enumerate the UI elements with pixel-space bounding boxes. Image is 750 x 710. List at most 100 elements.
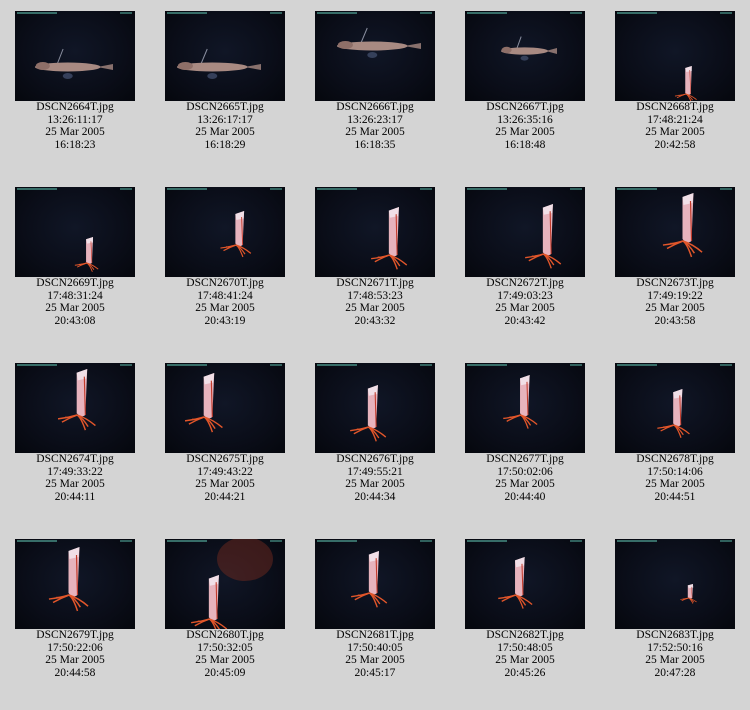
thumbnail-caption: DSCN2669T.jpg 17:48:31:24 25 Mar 2005 20:43… (5, 277, 145, 327)
timecode: 13:26:17:17 (197, 113, 253, 126)
squid-image (48, 547, 89, 612)
thumbnail-item[interactable]: DSCN2667T.jpg 13:26:35:16 25 Mar 2005 16:18… (465, 11, 585, 171)
thumbnail-image[interactable] (465, 11, 585, 101)
capture-date: 25 Mar 2005 (345, 126, 405, 138)
thumbnail-caption: DSCN2677T.jpg 17:50:02:06 25 Mar 2005 20:44… (455, 453, 595, 503)
thumbnail-caption: DSCN2674T.jpg 17:49:33:22 25 Mar 2005 20:44… (5, 453, 145, 503)
thumbnail-image[interactable] (315, 363, 435, 453)
thumbnail-item[interactable]: DSCN2668T.jpg 17:48:21:24 25 Mar 2005 20:42… (615, 11, 735, 171)
thumbnail-item[interactable]: DSCN2672T.jpg 17:49:03:23 25 Mar 2005 20:43… (465, 187, 585, 347)
thumbnail-image[interactable] (15, 363, 135, 453)
file-name: DSCN2666T.jpg (336, 101, 414, 113)
timecode: 17:49:03:23 (497, 289, 553, 302)
thumbnail-item[interactable]: DSCN2669T.jpg 17:48:31:24 25 Mar 2005 20:43… (15, 187, 135, 347)
thumbnail-item[interactable]: DSCN2666T.jpg 13:26:23:17 25 Mar 2005 16:18… (315, 11, 435, 171)
file-name: DSCN2677T.jpg (486, 453, 564, 465)
file-name: DSCN2678T.jpg (636, 453, 714, 465)
capture-time: 16:18:35 (354, 138, 396, 151)
thumbnail-image[interactable] (465, 539, 585, 629)
capture-date: 25 Mar 2005 (345, 654, 405, 666)
capture-date: 25 Mar 2005 (45, 126, 105, 138)
thumbnail-image[interactable] (465, 187, 585, 277)
timecode: 17:50:02:06 (497, 465, 553, 478)
thumbnail-image[interactable] (165, 187, 285, 277)
squid-image (220, 211, 252, 258)
file-name: DSCN2679T.jpg (36, 629, 114, 641)
timecode: 17:50:32:05 (197, 641, 253, 654)
thumbnail-item[interactable]: DSCN2676T.jpg 17:49:55:21 25 Mar 2005 20:44… (315, 363, 435, 523)
squid-image (350, 385, 387, 442)
thumbnail-image[interactable] (15, 187, 135, 277)
thumbnail-item[interactable]: DSCN2678T.jpg 17:50:14:06 25 Mar 2005 20:44… (615, 363, 735, 523)
timecode: 13:26:35:16 (497, 113, 553, 126)
thumbnail-image[interactable] (615, 11, 735, 101)
thumbnail-image[interactable] (165, 11, 285, 101)
timecode: 17:52:50:16 (647, 641, 703, 654)
capture-time: 20:43:42 (504, 314, 546, 327)
thumbnail-caption: DSCN2672T.jpg 17:49:03:23 25 Mar 2005 20:43… (455, 277, 595, 327)
timecode: 17:48:21:24 (647, 113, 703, 126)
thumbnail-image[interactable] (315, 539, 435, 629)
thumbnail-item[interactable]: DSCN2681T.jpg 17:50:40:05 25 Mar 2005 20:45… (315, 539, 435, 699)
capture-date: 25 Mar 2005 (345, 478, 405, 490)
squid-image (680, 584, 697, 604)
squid-image (525, 204, 562, 269)
fish-image (35, 48, 113, 79)
thumbnail-caption: DSCN2665T.jpg 13:26:17:17 25 Mar 2005 16:18… (155, 101, 295, 151)
thumbnail-item[interactable]: DSCN2665T.jpg 13:26:17:17 25 Mar 2005 16:18… (165, 11, 285, 171)
fish-image (177, 48, 261, 79)
thumbnail-caption: DSCN2673T.jpg 17:49:19:22 25 Mar 2005 20:43… (605, 277, 745, 327)
capture-date: 25 Mar 2005 (645, 478, 705, 490)
fish-image (337, 27, 421, 58)
squid-image (657, 389, 690, 438)
thumbnail-image[interactable] (615, 187, 735, 277)
thumbnail-item[interactable]: DSCN2664T.jpg 13:26:11:17 25 Mar 2005 16:18… (15, 11, 135, 171)
capture-time: 20:43:32 (354, 314, 396, 327)
squid-image (503, 375, 538, 429)
thumbnail-image[interactable] (615, 539, 735, 629)
capture-time: 16:18:23 (54, 138, 96, 151)
thumbnail-item[interactable]: DSCN2671T.jpg 17:48:53:23 25 Mar 2005 20:43… (315, 187, 435, 347)
thumbnail-image[interactable] (165, 363, 285, 453)
thumbnail-caption: DSCN2664T.jpg 13:26:11:17 25 Mar 2005 16:18… (5, 101, 145, 151)
thumbnail-item[interactable]: DSCN2675T.jpg 17:49:43:22 25 Mar 2005 20:44… (165, 363, 285, 523)
thumbnail-image[interactable] (465, 363, 585, 453)
file-name: DSCN2675T.jpg (186, 453, 264, 465)
thumbnail-item[interactable]: DSCN2680T.jpg 17:50:32:05 25 Mar 2005 20:45… (165, 539, 285, 699)
thumbnail-image[interactable] (315, 187, 435, 277)
squid-image (674, 66, 697, 101)
capture-time: 20:44:58 (54, 666, 96, 679)
capture-date: 25 Mar 2005 (195, 654, 255, 666)
squid-image (662, 193, 703, 258)
thumbnail-image[interactable] (15, 539, 135, 629)
thumbnail-caption: DSCN2666T.jpg 13:26:23:17 25 Mar 2005 16:18… (305, 101, 445, 151)
thumbnail-item[interactable]: DSCN2679T.jpg 17:50:22:06 25 Mar 2005 20:44… (15, 539, 135, 699)
thumbnail-item[interactable]: DSCN2677T.jpg 17:50:02:06 25 Mar 2005 20:44… (465, 363, 585, 523)
capture-date: 25 Mar 2005 (195, 302, 255, 314)
timecode: 17:49:33:22 (47, 465, 103, 478)
thumbnail-item[interactable]: DSCN2670T.jpg 17:48:41:24 25 Mar 2005 20:43… (165, 187, 285, 347)
timecode: 17:50:22:06 (47, 641, 103, 654)
thumbnail-image[interactable] (15, 11, 135, 101)
timecode: 17:50:14:06 (647, 465, 703, 478)
thumbnail-item[interactable]: DSCN2683T.jpg 17:52:50:16 25 Mar 2005 20:47… (615, 539, 735, 699)
thumbnail-item[interactable]: DSCN2682T.jpg 17:50:48:05 25 Mar 2005 20:45… (465, 539, 585, 699)
capture-time: 20:45:26 (504, 666, 546, 679)
file-name: DSCN2674T.jpg (36, 453, 114, 465)
capture-time: 20:44:11 (54, 490, 96, 503)
file-name: DSCN2665T.jpg (186, 101, 264, 113)
capture-time: 20:43:08 (54, 314, 96, 327)
thumbnail-image[interactable] (165, 539, 285, 629)
squid-image (191, 539, 273, 629)
thumbnail-image[interactable] (315, 11, 435, 101)
thumbnail-image[interactable] (615, 363, 735, 453)
capture-time: 20:45:17 (354, 666, 396, 679)
thumbnail-caption: DSCN2683T.jpg 17:52:50:16 25 Mar 2005 20:47… (605, 629, 745, 679)
capture-date: 25 Mar 2005 (195, 126, 255, 138)
thumbnail-item[interactable]: DSCN2673T.jpg 17:49:19:22 25 Mar 2005 20:43… (615, 187, 735, 347)
squid-image (371, 207, 408, 270)
thumbnail-item[interactable]: DSCN2674T.jpg 17:49:33:22 25 Mar 2005 20:44… (15, 363, 135, 523)
capture-time: 20:47:28 (654, 666, 696, 679)
capture-time: 20:45:09 (204, 666, 246, 679)
capture-time: 20:44:51 (654, 490, 696, 503)
